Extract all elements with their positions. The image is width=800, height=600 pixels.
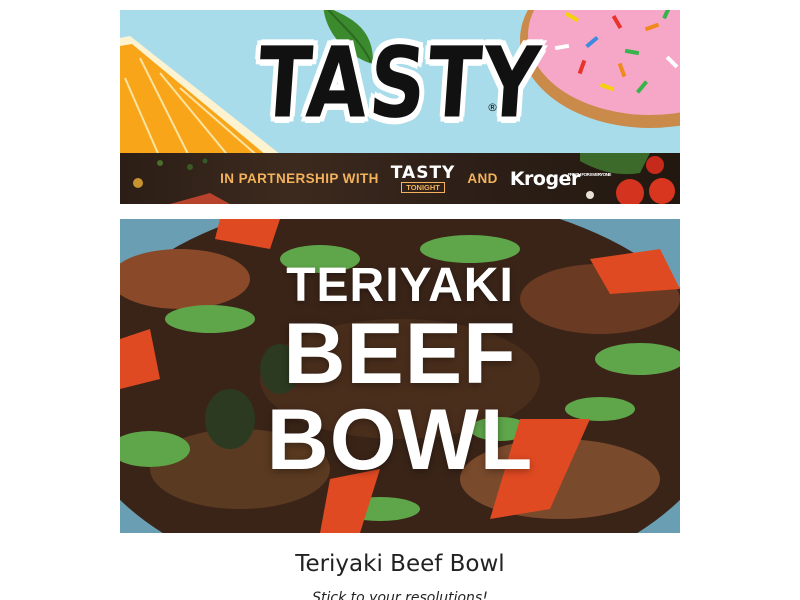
recipe-image-title-line2: BEEF [283,306,517,402]
tasty-logo[interactable]: TASTY ® [254,22,545,146]
recipe-image-title: TERIYAKI BEEF BOWL [120,219,680,533]
partnership-prefix: IN PARTNERSHIP WITH [220,171,379,186]
recipe-image-title-line3: BOWL [266,392,534,488]
recipe-subtitle: Stick to your resolutions! [312,590,488,600]
tasty-tonight-logo[interactable]: TASTY TONIGHT [390,162,456,193]
recipe-title-link[interactable]: Teriyaki Beef Bowl [120,551,680,577]
tasty-tonight-word: TASTY [390,162,456,183]
kroger-tagline: FRESH FOR EVERYONE [567,171,612,177]
tasty-logo-text: TASTY [254,27,546,141]
registered-mark: ® [487,101,498,114]
tasty-header-banner[interactable]: TASTY ® [120,10,680,153]
recipe-image-title-line1: TERIYAKI [286,259,514,312]
recipe-hero-image[interactable]: TERIYAKI BEEF BOWL [120,219,680,533]
tasty-tonight-sub: TONIGHT [401,181,445,193]
kroger-logo[interactable]: Kroger FRESH FOR EVERYONE [510,168,612,190]
partnership-content: IN PARTNERSHIP WITH TASTY TONIGHT AND Kr… [120,153,680,204]
partnership-joiner: AND [467,171,498,186]
partnership-banner[interactable]: IN PARTNERSHIP WITH TASTY TONIGHT AND Kr… [120,153,680,204]
